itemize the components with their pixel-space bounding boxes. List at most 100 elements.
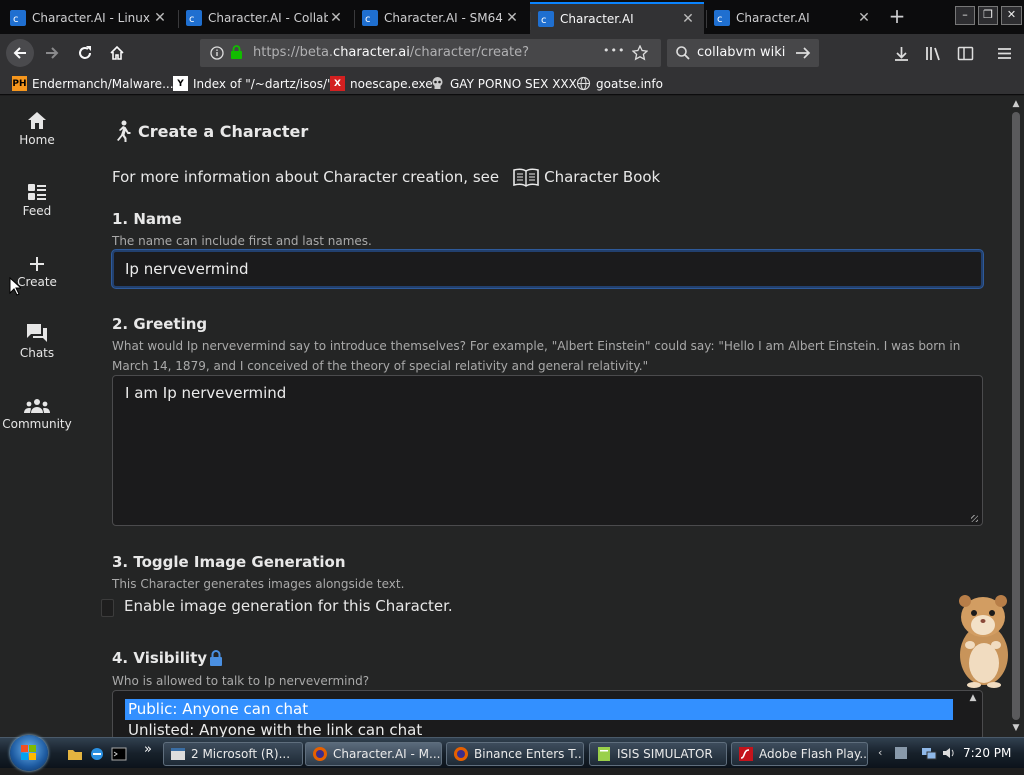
forward-button[interactable] <box>38 39 66 67</box>
quicklaunch-cmd-icon[interactable] <box>111 746 127 762</box>
tab-close-icon[interactable]: ✕ <box>856 10 872 26</box>
visibility-option-public[interactable]: Public: Anyone can chat <box>125 699 953 720</box>
page-actions-button[interactable]: ••• <box>603 44 625 57</box>
downloads-icon[interactable] <box>893 45 910 62</box>
tray-app-icon[interactable] <box>893 745 909 761</box>
taskbar-button-label: ISIS SIMULATOR <box>617 747 713 761</box>
restore-button[interactable]: ❐ <box>978 6 998 25</box>
tab-close-icon[interactable]: ✕ <box>680 11 696 27</box>
taskbar-button-isis-simulator[interactable]: ISIS SIMULATOR <box>589 742 727 766</box>
info-icon[interactable] <box>210 46 224 60</box>
reload-icon <box>79 46 91 59</box>
character-ai-favicon-icon: c <box>362 10 378 26</box>
scroll-down-arrow-icon[interactable]: ▼ <box>1008 723 1024 733</box>
mouse-cursor-icon <box>9 277 21 296</box>
back-button[interactable] <box>6 39 34 67</box>
character-ai-favicon-icon: c <box>714 10 730 26</box>
tab-close-icon[interactable]: ✕ <box>328 10 344 26</box>
resize-handle-icon[interactable] <box>971 515 978 522</box>
tab-title: Character.AI - Linux <box>32 11 150 25</box>
book-icon <box>513 168 539 187</box>
url-bar[interactable]: https://beta.character.ai/character/crea… <box>200 39 661 67</box>
document-app-icon <box>598 747 610 761</box>
sidebar-item-label: Community <box>2 417 72 431</box>
tab-character-ai-linux[interactable]: c Character.AI - Linux ✕ <box>2 2 176 34</box>
image-generation-checkbox[interactable] <box>101 599 114 617</box>
taskbar-button-label: Adobe Flash Play... <box>759 747 868 761</box>
sidebar-item-feed[interactable]: Feed <box>0 179 74 218</box>
bookmark-endermanch[interactable]: PH Endermanch/Malware... <box>12 76 174 91</box>
bookmark-label: GAY PORNO SEX XXX <box>450 76 577 91</box>
tab-character-ai-sm64[interactable]: c Character.AI - SM64 ✕ <box>354 2 528 34</box>
taskbar-clock[interactable]: 7:20 PM <box>963 746 1011 760</box>
scroll-up-arrow-icon[interactable]: ▲ <box>1008 99 1024 109</box>
sidebar-item-chats[interactable]: Chats <box>0 321 74 360</box>
page-scrollbar[interactable]: ▲ ▼ <box>1008 96 1024 737</box>
svg-text:c: c <box>189 14 195 25</box>
new-tab-button[interactable]: + <box>885 5 909 29</box>
taskbar-button-microsoft[interactable]: 2 Microsoft (R)... <box>163 742 303 766</box>
taskbar-button-label: Binance Enters T... <box>474 747 584 761</box>
bookmark-star-icon[interactable] <box>632 45 648 61</box>
name-input[interactable]: Ip nervevermind <box>112 250 983 288</box>
hamburger-menu-icon[interactable] <box>996 45 1013 62</box>
tab-strip: c Character.AI - Linux ✕ c Character.AI … <box>0 0 1024 34</box>
visibility-option-unlisted[interactable]: Unlisted: Anyone with the link can chat <box>125 720 953 737</box>
scrollbar-thumb[interactable] <box>1012 112 1020 720</box>
library-icon[interactable] <box>925 45 942 62</box>
character-book-link[interactable]: Character Book <box>544 168 660 186</box>
quicklaunch-ie-icon[interactable] <box>89 746 105 762</box>
page-content: Home Feed Create Chats Community Create … <box>0 96 1024 737</box>
network-icon[interactable] <box>921 745 937 761</box>
page-title-text: Create a Character <box>138 121 309 141</box>
skull-icon <box>432 77 443 89</box>
taskbar-button-character-ai[interactable]: Character.AI - M... <box>305 742 442 766</box>
bookmark-noescape[interactable]: X noescape.exe <box>330 76 433 91</box>
listbox-scrollbar[interactable]: ▲ <box>967 693 979 737</box>
image-generation-checkbox-label[interactable]: Enable image generation for this Charact… <box>124 597 453 615</box>
tab-character-ai-active[interactable]: c Character.AI ✕ <box>530 2 704 34</box>
volume-icon[interactable] <box>941 745 957 761</box>
taskbar-button-adobe-flash[interactable]: Adobe Flash Play... <box>731 742 868 766</box>
info-line: For more information about Character cre… <box>112 167 660 187</box>
taskbar-button-binance[interactable]: Binance Enters T... <box>446 742 584 766</box>
tab-title: Character.AI - Collab <box>208 11 328 25</box>
tab-close-icon[interactable]: ✕ <box>152 10 168 26</box>
sidebar-toggle-icon[interactable] <box>957 45 974 62</box>
search-go-arrow-icon[interactable] <box>795 46 811 60</box>
taskbar-overflow-button[interactable]: » <box>144 742 152 757</box>
quicklaunch-folder-icon[interactable] <box>67 746 83 762</box>
tab-character-ai-collab[interactable]: c Character.AI - Collab ✕ <box>178 2 352 34</box>
name-help-text: The name can include first and last name… <box>112 234 372 248</box>
flash-app-icon <box>739 747 753 761</box>
info-text: For more information about Character cre… <box>112 168 500 186</box>
url-text: https://beta.character.ai/character/crea… <box>253 45 530 60</box>
plus-icon <box>30 257 44 271</box>
side-navigation: Home Feed Create Chats Community <box>0 96 74 737</box>
bookmark-goatse[interactable]: goatse.info <box>576 76 663 91</box>
tab-close-icon[interactable]: ✕ <box>504 10 520 26</box>
visibility-listbox[interactable]: Public: Anyone can chat Unlisted: Anyone… <box>112 690 983 737</box>
back-arrow-icon <box>13 47 26 59</box>
bookmark-label: noescape.exe <box>350 76 433 91</box>
sidebar-item-home[interactable]: Home <box>0 108 74 147</box>
home-button[interactable] <box>103 39 131 67</box>
sidebar-item-community[interactable]: Community <box>0 392 74 431</box>
page-title: Create a Character <box>114 120 308 142</box>
minimize-button[interactable]: – <box>955 6 975 25</box>
search-query-text: collabvm wiki <box>697 45 786 60</box>
bookmark-label: Endermanch/Malware... <box>32 76 174 91</box>
search-bar[interactable]: collabvm wiki <box>667 39 819 67</box>
bookmark-label: Index of "/~dartz/isos/" <box>193 76 333 91</box>
character-ai-favicon-icon: c <box>538 11 554 27</box>
window-close-button[interactable]: ✕ <box>1001 6 1022 25</box>
lock-icon[interactable] <box>230 45 243 60</box>
greeting-heading: 2. Greeting <box>112 315 208 333</box>
start-button[interactable] <box>10 735 48 771</box>
greeting-textarea[interactable]: I am Ip nervevermind <box>112 375 983 526</box>
tab-character-ai[interactable]: c Character.AI ✕ <box>706 2 880 34</box>
tray-expand-icon[interactable]: ‹ <box>878 746 882 759</box>
reload-button[interactable] <box>71 39 99 67</box>
bookmark-dartz-isos[interactable]: Y Index of "/~dartz/isos/" <box>173 76 333 91</box>
bookmark-xxx[interactable]: GAY PORNO SEX XXX <box>430 76 577 91</box>
